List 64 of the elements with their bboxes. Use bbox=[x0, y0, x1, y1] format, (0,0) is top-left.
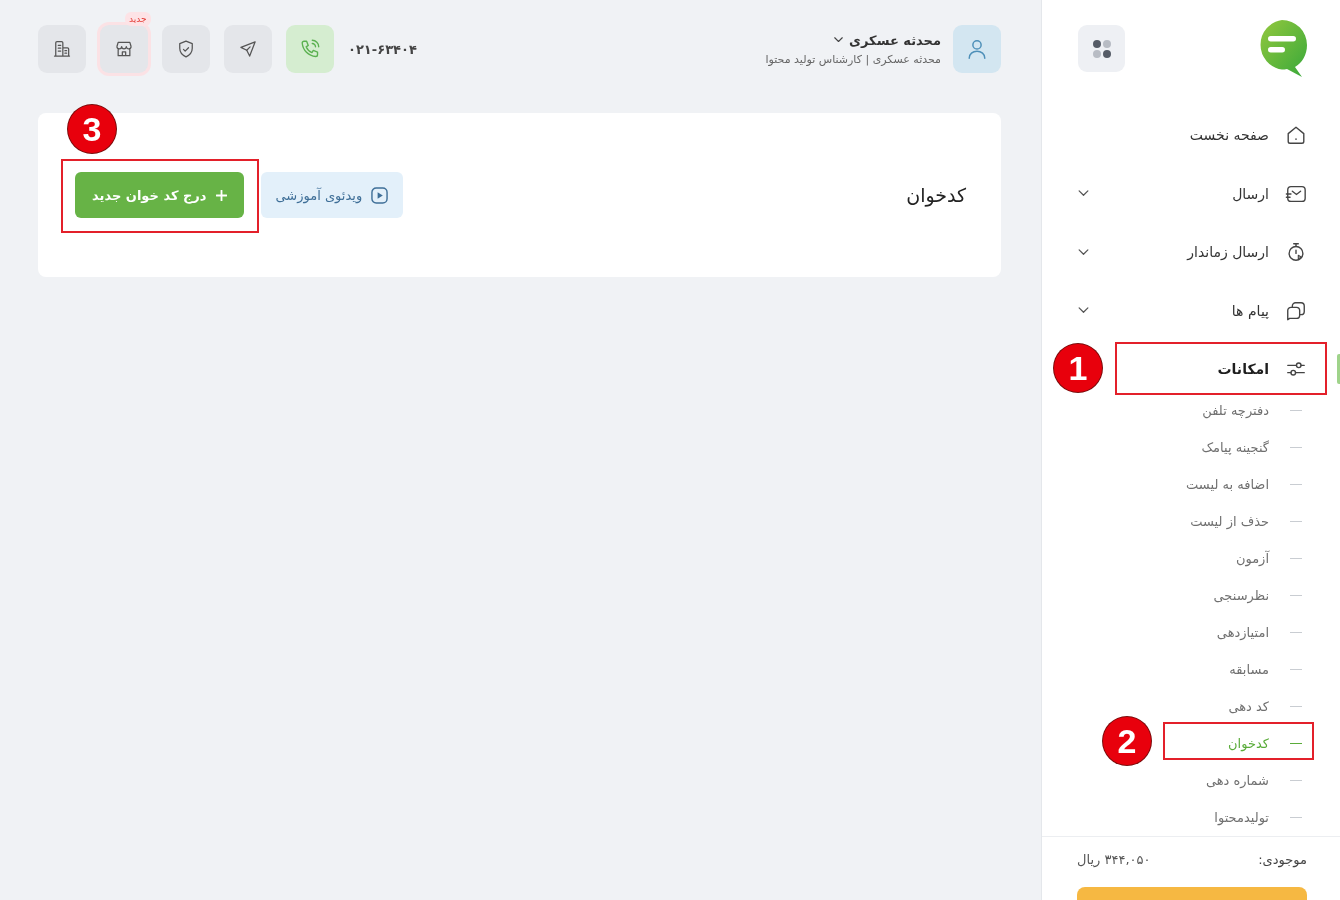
dash-icon bbox=[1290, 594, 1302, 597]
phone-number: ۰۲۱-۶۳۴۰۴ bbox=[348, 41, 417, 57]
chevron-down-icon bbox=[1078, 248, 1089, 256]
dash-icon bbox=[1290, 631, 1302, 634]
callout-number: 3 bbox=[68, 105, 116, 153]
submenu-item[interactable]: نظرسنجی bbox=[1213, 577, 1307, 614]
chevron-down-icon bbox=[834, 37, 844, 43]
chat-bubbles-icon bbox=[1285, 299, 1307, 322]
dash-icon bbox=[1290, 668, 1302, 671]
paper-plane-icon bbox=[238, 39, 258, 59]
submenu-item[interactable]: آزمون bbox=[1235, 540, 1307, 577]
dash-icon bbox=[1290, 779, 1302, 782]
grid-icon bbox=[1091, 38, 1112, 59]
profile-button[interactable] bbox=[953, 25, 1001, 73]
submenu-item[interactable]: تولیدمحتوا bbox=[1214, 799, 1307, 836]
submenu-item[interactable]: اضافه به لیست bbox=[1186, 466, 1307, 503]
nav-item[interactable]: ارسال زماندار bbox=[1074, 229, 1307, 275]
submenu-item[interactable]: کد دهی bbox=[1228, 688, 1307, 725]
submenu-item[interactable]: حذف از لیست bbox=[1190, 503, 1307, 540]
nav-item[interactable]: پیام ها bbox=[1074, 287, 1307, 334]
building-icon bbox=[52, 39, 72, 59]
dash-icon bbox=[1290, 446, 1302, 449]
storefront-icon bbox=[114, 39, 134, 59]
toolbar-button[interactable] bbox=[224, 25, 272, 73]
play-icon bbox=[371, 186, 389, 204]
dash-icon bbox=[1290, 816, 1302, 819]
nav-item[interactable]: ارسال bbox=[1074, 170, 1307, 217]
new-badge: جدید bbox=[125, 12, 151, 26]
home-icon bbox=[1285, 124, 1307, 146]
user-name[interactable]: محدثه عسکری bbox=[849, 32, 941, 48]
user-icon bbox=[966, 38, 988, 60]
chevron-down-icon bbox=[1078, 307, 1089, 314]
dash-icon bbox=[1290, 705, 1302, 708]
balance-value: ۳۴۴,۰۵۰ ریال bbox=[1077, 851, 1151, 867]
toolbar-button[interactable] bbox=[286, 25, 334, 73]
submenu-item[interactable]: گنجینه پیامک bbox=[1201, 429, 1307, 466]
user-role: محدثه عسکری | کارشناس تولید محتوا bbox=[765, 52, 941, 66]
callout-number: 2 bbox=[1103, 717, 1151, 765]
nav-item[interactable]: امکانات bbox=[1217, 346, 1307, 392]
active-indicator bbox=[1337, 354, 1340, 384]
dash-icon bbox=[1290, 520, 1302, 523]
shield-check-icon bbox=[176, 39, 196, 59]
toolbar-button[interactable] bbox=[100, 25, 148, 73]
dash-icon bbox=[1290, 409, 1302, 412]
plus-icon bbox=[215, 189, 227, 201]
dash-icon bbox=[1290, 742, 1302, 745]
phone-icon bbox=[299, 38, 321, 60]
submenu-item[interactable]: کدخوان bbox=[1228, 725, 1307, 762]
submenu-item[interactable]: دفترچه تلفن bbox=[1202, 392, 1307, 429]
submenu-item[interactable]: مسابقه bbox=[1229, 651, 1307, 688]
submenu-item[interactable]: شماره دهی bbox=[1205, 762, 1307, 799]
stopwatch-icon bbox=[1285, 241, 1307, 263]
nav-item[interactable]: صفحه نخست bbox=[1189, 112, 1307, 158]
dash-icon bbox=[1290, 557, 1302, 560]
chevron-down-icon bbox=[1078, 190, 1089, 197]
toolbar-button[interactable] bbox=[162, 25, 210, 73]
balance-label: موجودی: bbox=[1258, 851, 1307, 867]
page-title: کدخوان bbox=[906, 184, 966, 206]
apps-button[interactable] bbox=[1078, 25, 1125, 72]
video-tutorial-button[interactable]: ویدئوی آموزشی bbox=[260, 172, 404, 218]
toolbar-button[interactable] bbox=[38, 25, 86, 73]
submenu-item[interactable]: امتیازدهی bbox=[1216, 614, 1307, 651]
dash-icon bbox=[1290, 483, 1302, 486]
callout-number: 1 bbox=[1054, 344, 1102, 392]
